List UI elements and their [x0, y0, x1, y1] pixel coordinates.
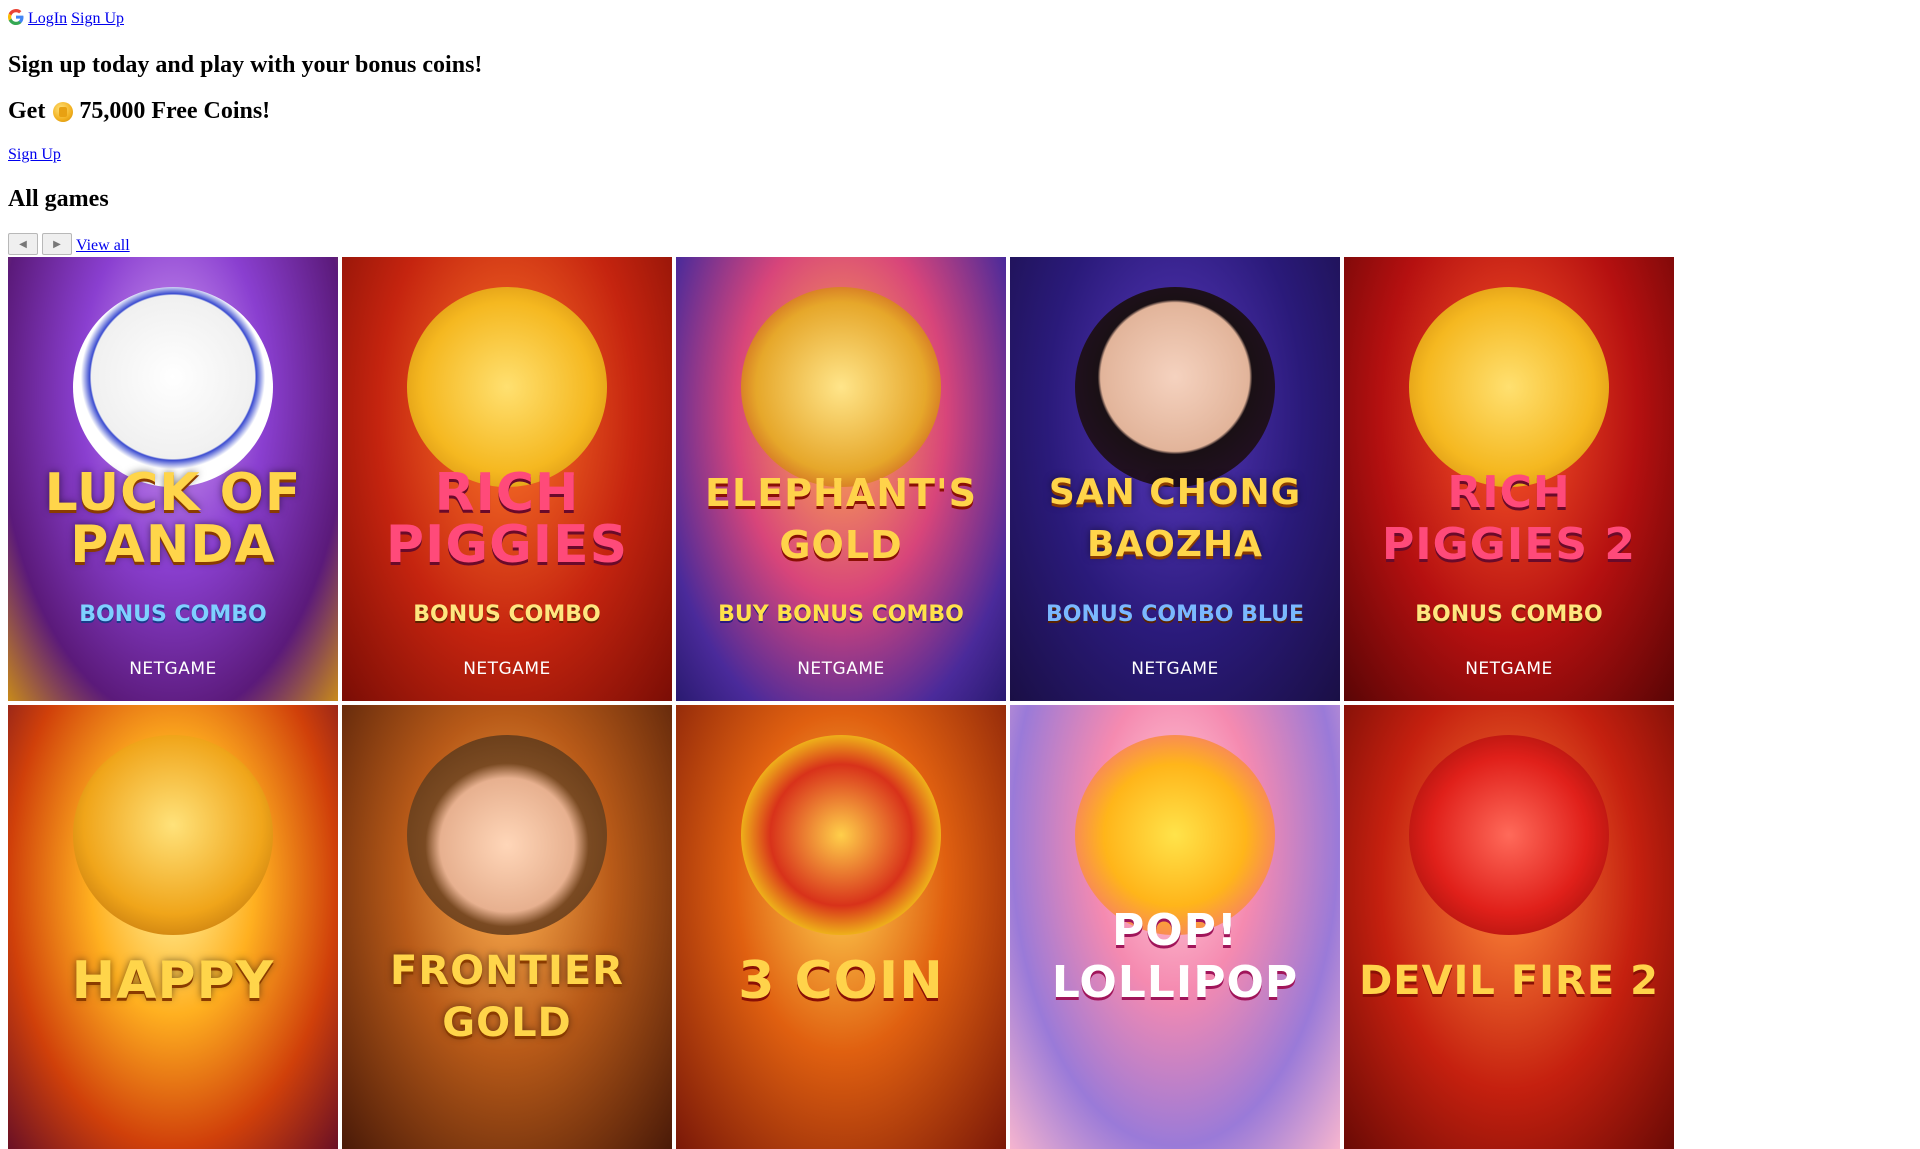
game-art [1075, 287, 1275, 487]
game-tile[interactable]: RICH PIGGIES BONUS COMBO NETGAME [342, 257, 672, 701]
game-subtitle: BONUS COMBO BLUE [1045, 602, 1305, 627]
view-all-link[interactable]: View all [76, 237, 130, 255]
carousel-next-button[interactable]: ▶ [42, 233, 72, 255]
google-icon [8, 9, 24, 25]
game-title: RICH PIGGIES [385, 463, 629, 575]
game-subtitle: BUY BONUS COMBO [718, 602, 964, 627]
game-tile[interactable]: LUCK OF PANDA BONUS COMBO NETGAME [8, 257, 338, 701]
game-art [1409, 735, 1609, 935]
game-tile[interactable]: ELEPHANT'S GOLD BUY BONUS COMBO NETGAME [676, 257, 1006, 701]
game-provider: NETGAME [797, 659, 885, 679]
game-art [741, 287, 941, 487]
promo-headline: Sign up today and play with your bonus c… [8, 52, 483, 78]
game-subtitle: BONUS COMBO [79, 602, 267, 627]
game-art [73, 287, 273, 487]
coin-icon [53, 101, 74, 122]
game-provider: NETGAME [1465, 659, 1553, 679]
game-art [741, 735, 941, 935]
game-tile[interactable]: HAPPY [8, 705, 338, 1149]
coins-prefix: Get [8, 98, 46, 124]
game-title: LUCK OF PANDA [44, 463, 302, 575]
game-tile[interactable]: SAN CHONG BAOZHA BONUS COMBO BLUE NETGAM… [1010, 257, 1340, 701]
arrow-right-icon: ▶ [53, 238, 61, 250]
login-link[interactable]: LogIn [8, 8, 67, 30]
game-tile[interactable]: POP! LOLLIPOP [1010, 705, 1340, 1149]
games-carousel-controls: ◀ ▶ View all [8, 233, 130, 255]
game-title: HAPPY [71, 951, 275, 1011]
game-title: POP! LOLLIPOP [1051, 905, 1299, 1008]
game-provider: NETGAME [1131, 659, 1219, 679]
game-title: ELEPHANT'S GOLD [705, 471, 977, 567]
login-label: LogIn [28, 10, 68, 27]
game-subtitle: BONUS COMBO [1415, 602, 1603, 627]
game-art [407, 735, 607, 935]
game-provider: NETGAME [463, 659, 551, 679]
game-title: 3 COIN [738, 951, 944, 1011]
game-provider: NETGAME [129, 659, 217, 679]
signup-link-top[interactable]: Sign Up [71, 8, 124, 30]
games-section-title: All games [8, 186, 109, 212]
game-title: RICH PIGGIES 2 [1382, 467, 1636, 570]
carousel-prev-button[interactable]: ◀ [8, 233, 38, 255]
games-grid: LUCK OF PANDA BONUS COMBO NETGAME RICH P… [8, 257, 1675, 1149]
game-title: DEVIL FIRE 2 [1359, 958, 1659, 1004]
signup-link-promo[interactable]: Sign Up [8, 146, 61, 164]
game-subtitle: BONUS COMBO [413, 602, 601, 627]
arrow-left-icon: ◀ [19, 238, 27, 250]
game-title: SAN CHONG BAOZHA [1048, 472, 1302, 565]
game-art [1409, 287, 1609, 487]
game-tile[interactable]: 3 COIN [676, 705, 1006, 1149]
game-tile[interactable]: FRONTIER GOLD [342, 705, 672, 1149]
top-bar: LogIn Sign Up [8, 8, 1912, 30]
coins-headline: Get 75,000 Free Coins! [8, 98, 270, 125]
game-title: FRONTIER GOLD [390, 948, 624, 1046]
game-art [407, 287, 607, 487]
game-art [73, 735, 273, 935]
coins-text: 75,000 Free Coins! [79, 98, 271, 124]
game-tile[interactable]: DEVIL FIRE 2 [1344, 705, 1674, 1149]
game-tile[interactable]: RICH PIGGIES 2 BONUS COMBO NETGAME [1344, 257, 1674, 701]
